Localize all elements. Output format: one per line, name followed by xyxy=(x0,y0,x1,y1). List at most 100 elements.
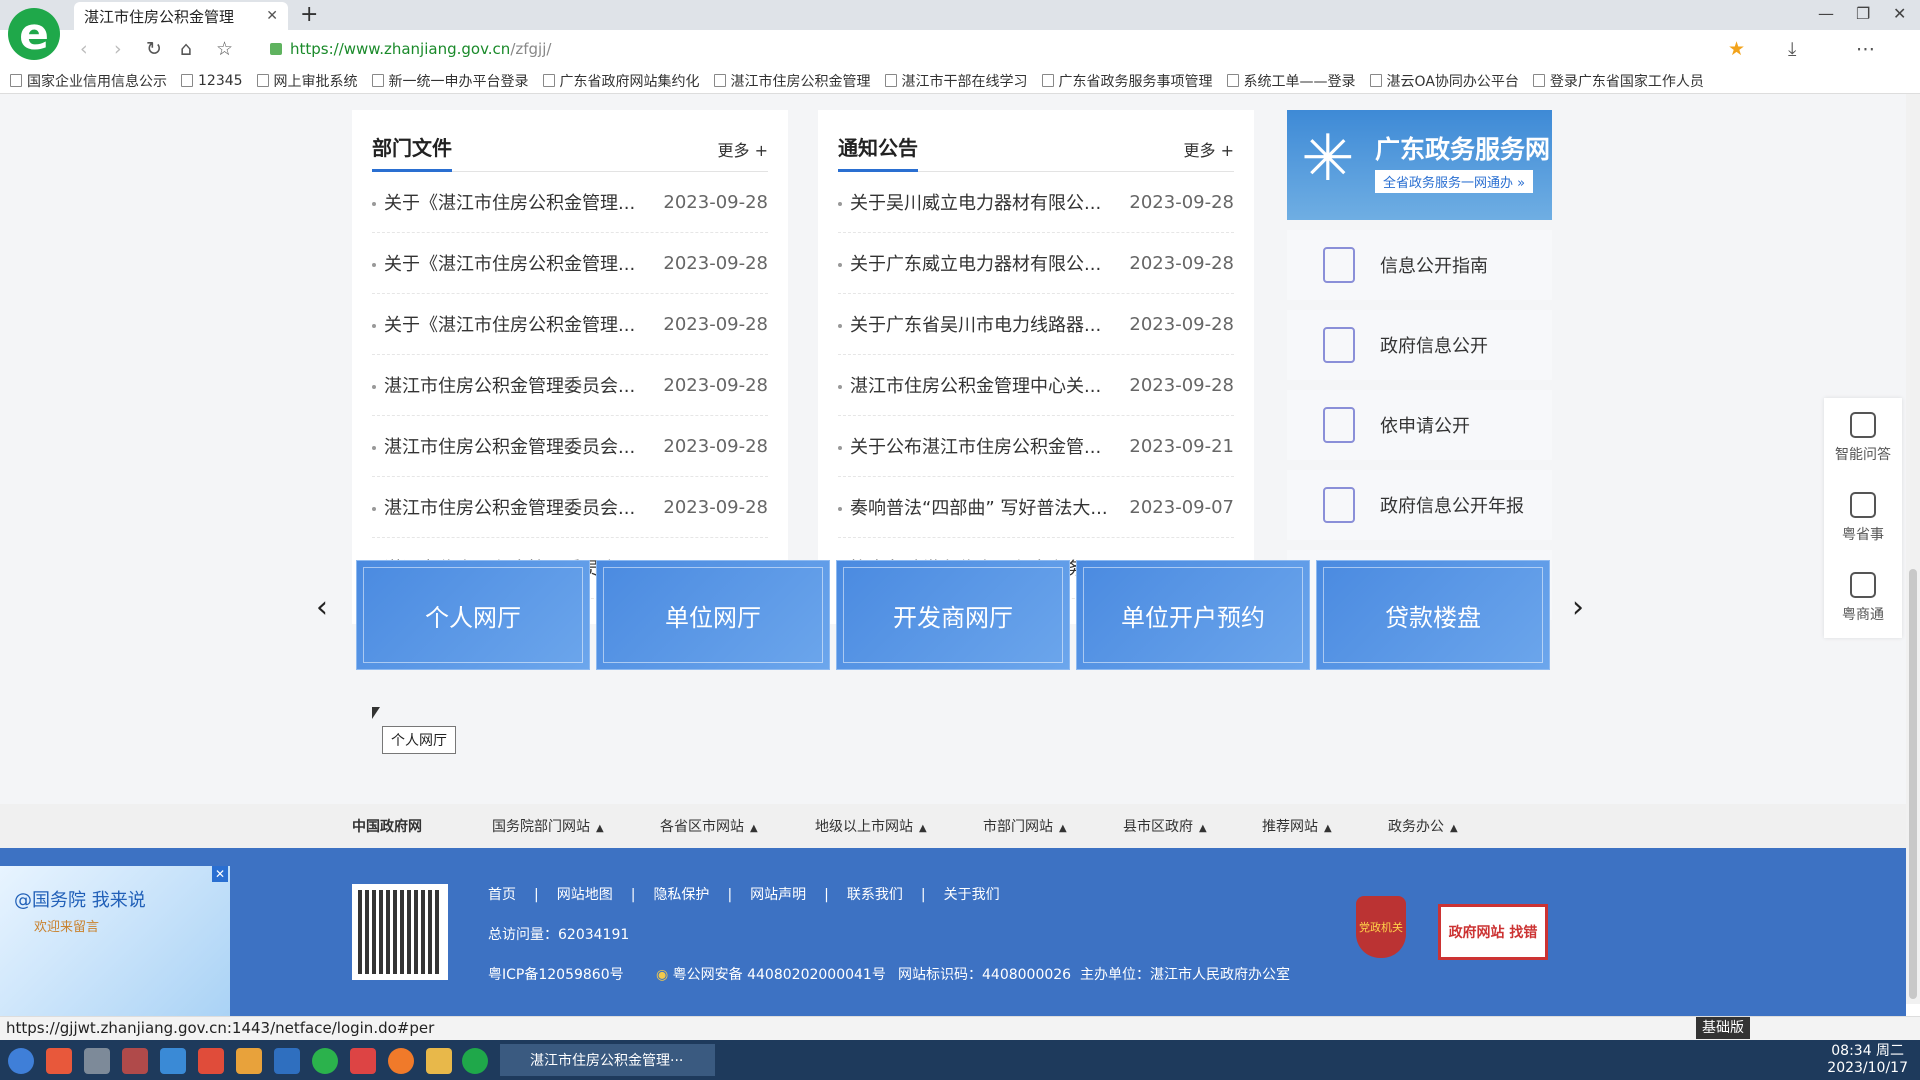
side-link[interactable]: 政府信息公开年报 xyxy=(1287,470,1552,540)
service-button[interactable]: 单位网厅 xyxy=(596,560,830,670)
list-item[interactable]: 湛江市住房公积金管理中心关... 2023-09-28 xyxy=(838,355,1234,416)
gd-service-banner[interactable]: ✳ 广东政务服务网 全省政务服务一网通办 » xyxy=(1287,110,1552,220)
list-item[interactable]: 湛江市住房公积金管理委员会... 2023-09-28 xyxy=(372,355,768,416)
side-column: ✳ 广东政务服务网 全省政务服务一网通办 » 信息公开指南 政府信息公开 依申请公开… xyxy=(1287,110,1552,620)
link-bar-item[interactable]: 市部门网站 ▲ xyxy=(983,816,1067,836)
list-item-date: 2023-09-28 xyxy=(663,374,768,396)
menu-icon[interactable]: ⋯ xyxy=(1856,38,1875,60)
link-bar-item[interactable]: 国务院部门网站 ▲ xyxy=(492,816,604,836)
app-icon[interactable] xyxy=(350,1048,376,1074)
carousel-next-icon[interactable]: › xyxy=(1572,590,1584,625)
party-agency-badge[interactable]: 党政机关 xyxy=(1356,896,1406,958)
side-link[interactable]: 信息公开指南 xyxy=(1287,230,1552,300)
service-button[interactable]: 开发商网厅 xyxy=(836,560,1070,670)
list-item[interactable]: 关于公布湛江市住房公积金管... 2023-09-21 xyxy=(838,416,1234,477)
app-icon[interactable] xyxy=(236,1048,262,1074)
link-bar-item[interactable]: 各省区市网站 ▲ xyxy=(660,816,758,836)
home-icon[interactable]: ⌂ xyxy=(180,38,192,60)
footer-nav-link[interactable]: 隐私保护 xyxy=(653,887,709,903)
side-link[interactable]: 依申请公开 xyxy=(1287,390,1552,460)
bookmark-item[interactable]: 湛江市住房公积金管理 xyxy=(713,71,871,91)
minimize-icon[interactable]: — xyxy=(1818,4,1834,23)
bookmark-item[interactable]: 广东省政府网站集约化 xyxy=(542,71,700,91)
back-icon[interactable]: ‹ xyxy=(80,38,88,60)
url-input[interactable]: https://www.zhanjiang.gov.cn /zfgjj/ xyxy=(270,36,1770,62)
float-item[interactable]: 智能问答 xyxy=(1824,398,1902,478)
notices-more-link[interactable]: 更多 + xyxy=(1184,137,1235,171)
service-button[interactable]: 单位开户预约 xyxy=(1076,560,1310,670)
list-item[interactable]: 关于广东威立电力器材有限公... 2023-09-28 xyxy=(838,233,1234,294)
bookmark-item[interactable]: 登录广东省国家工作人员 xyxy=(1532,71,1704,91)
restore-icon[interactable]: ❐ xyxy=(1856,4,1870,23)
start-icon[interactable] xyxy=(8,1048,34,1074)
side-link[interactable]: 政府信息公开 xyxy=(1287,310,1552,380)
app-icon[interactable] xyxy=(122,1048,148,1074)
app-icon[interactable] xyxy=(198,1048,224,1074)
footer-nav-link[interactable]: 联系我们 xyxy=(847,887,903,903)
gd-logo-icon: ✳ xyxy=(1301,122,1355,196)
bookmark-star-icon[interactable]: ☆ xyxy=(216,38,233,60)
bookmark-item[interactable]: 系统工单——登录 xyxy=(1226,71,1356,91)
tab-close-icon[interactable]: ✕ xyxy=(266,8,278,24)
icp-number[interactable]: 粤ICP备12059860号 xyxy=(488,964,624,984)
list-item-title: 关于吴川威立电力器材有限公... xyxy=(838,189,1101,215)
browser-tab[interactable]: 湛江市住房公积金管理 ✕ xyxy=(74,2,288,30)
forward-icon[interactable]: › xyxy=(114,38,122,60)
list-item[interactable]: 湛江市住房公积金管理委员会... 2023-09-28 xyxy=(372,416,768,477)
list-item[interactable]: 奏响普法“四部曲” 写好普法大... 2023-09-07 xyxy=(838,477,1234,538)
link-bar-item[interactable]: 推荐网站 ▲ xyxy=(1262,816,1332,836)
bookmark-item[interactable]: 湛江市干部在线学习 xyxy=(884,71,1028,91)
close-window-icon[interactable]: ✕ xyxy=(1893,4,1906,23)
ad-close-icon[interactable]: ✕ xyxy=(212,866,228,882)
footer-nav-link[interactable]: 网站地图 xyxy=(557,887,613,903)
browser-mode-badge[interactable]: 基础版 xyxy=(1696,1017,1750,1039)
taskbar-active-task[interactable]: 湛江市住房公积金管理··· xyxy=(500,1044,715,1076)
list-item[interactable]: 关于《湛江市住房公积金管理... 2023-09-28 xyxy=(372,172,768,233)
bookmark-item[interactable]: 湛云OA协同办公平台 xyxy=(1369,71,1519,91)
caret-up-icon: ▲ xyxy=(919,823,927,834)
footer-nav-link[interactable]: 网站声明 xyxy=(750,887,806,903)
link-bar-item[interactable]: 中国政府网 xyxy=(352,816,422,836)
float-item[interactable]: 粤商通 xyxy=(1824,558,1902,638)
page-scrollbar[interactable] xyxy=(1906,94,1920,1004)
bookmark-item[interactable]: 国家企业信用信息公示 xyxy=(10,71,167,91)
list-item[interactable]: 关于《湛江市住房公积金管理... 2023-09-28 xyxy=(372,233,768,294)
clock-date: 2023/10/17 xyxy=(1827,1060,1908,1076)
bookmark-item[interactable]: 12345 xyxy=(181,73,243,89)
wechat-icon[interactable] xyxy=(312,1048,338,1074)
firefox-icon[interactable] xyxy=(388,1048,414,1074)
folder-icon[interactable] xyxy=(426,1048,452,1074)
footer-nav-link[interactable]: 首页 xyxy=(488,887,516,903)
service-button[interactable]: 贷款楼盘 xyxy=(1316,560,1550,670)
scrollbar-thumb[interactable] xyxy=(1909,569,1917,999)
float-item[interactable]: 粤省事 xyxy=(1824,478,1902,558)
browser-icon[interactable] xyxy=(462,1048,488,1074)
mouse-cursor-icon xyxy=(372,707,380,719)
bookmark-item[interactable]: 网上审批系统 xyxy=(256,71,358,91)
favorite-star-icon[interactable]: ★ xyxy=(1728,38,1745,60)
app-icon[interactable] xyxy=(160,1048,186,1074)
list-item[interactable]: 关于吴川威立电力器材有限公... 2023-09-28 xyxy=(838,172,1234,233)
floating-ad[interactable]: ✕ @国务院 我来说 欢迎来留言 xyxy=(0,866,230,1022)
carousel-prev-icon[interactable]: ‹ xyxy=(316,590,328,625)
footer-nav-link[interactable]: 关于我们 xyxy=(944,887,1000,903)
list-item[interactable]: 关于《湛江市住房公积金管理... 2023-09-28 xyxy=(372,294,768,355)
service-button[interactable]: 个人网厅 xyxy=(356,560,590,670)
list-item[interactable]: 湛江市住房公积金管理委员会... 2023-09-28 xyxy=(372,477,768,538)
report-error-badge[interactable]: 政府网站 找错 xyxy=(1438,904,1548,960)
link-bar-item[interactable]: 县市区政府 ▲ xyxy=(1123,816,1207,836)
link-bar-item[interactable]: 地级以上市网站 ▲ xyxy=(815,816,927,836)
dept-docs-more-link[interactable]: 更多 + xyxy=(718,137,769,171)
app-icon[interactable] xyxy=(46,1048,72,1074)
app-icon[interactable] xyxy=(84,1048,110,1074)
link-bar-item[interactable]: 政务办公 ▲ xyxy=(1388,816,1458,836)
bookmark-label: 系统工单——登录 xyxy=(1243,73,1356,90)
police-record[interactable]: ◉ 粤公网安备 44080202000041号 xyxy=(656,964,886,984)
app-icon[interactable] xyxy=(274,1048,300,1074)
list-item[interactable]: 关于广东省吴川市电力线路器... 2023-09-28 xyxy=(838,294,1234,355)
bookmark-item[interactable]: 新一统一申办平台登录 xyxy=(371,71,529,91)
reload-icon[interactable]: ↻ xyxy=(146,38,162,60)
new-tab-icon[interactable]: + xyxy=(300,2,318,27)
bookmark-item[interactable]: 广东省政务服务事项管理 xyxy=(1041,71,1213,91)
download-icon[interactable]: ⤓ xyxy=(1788,38,1796,60)
